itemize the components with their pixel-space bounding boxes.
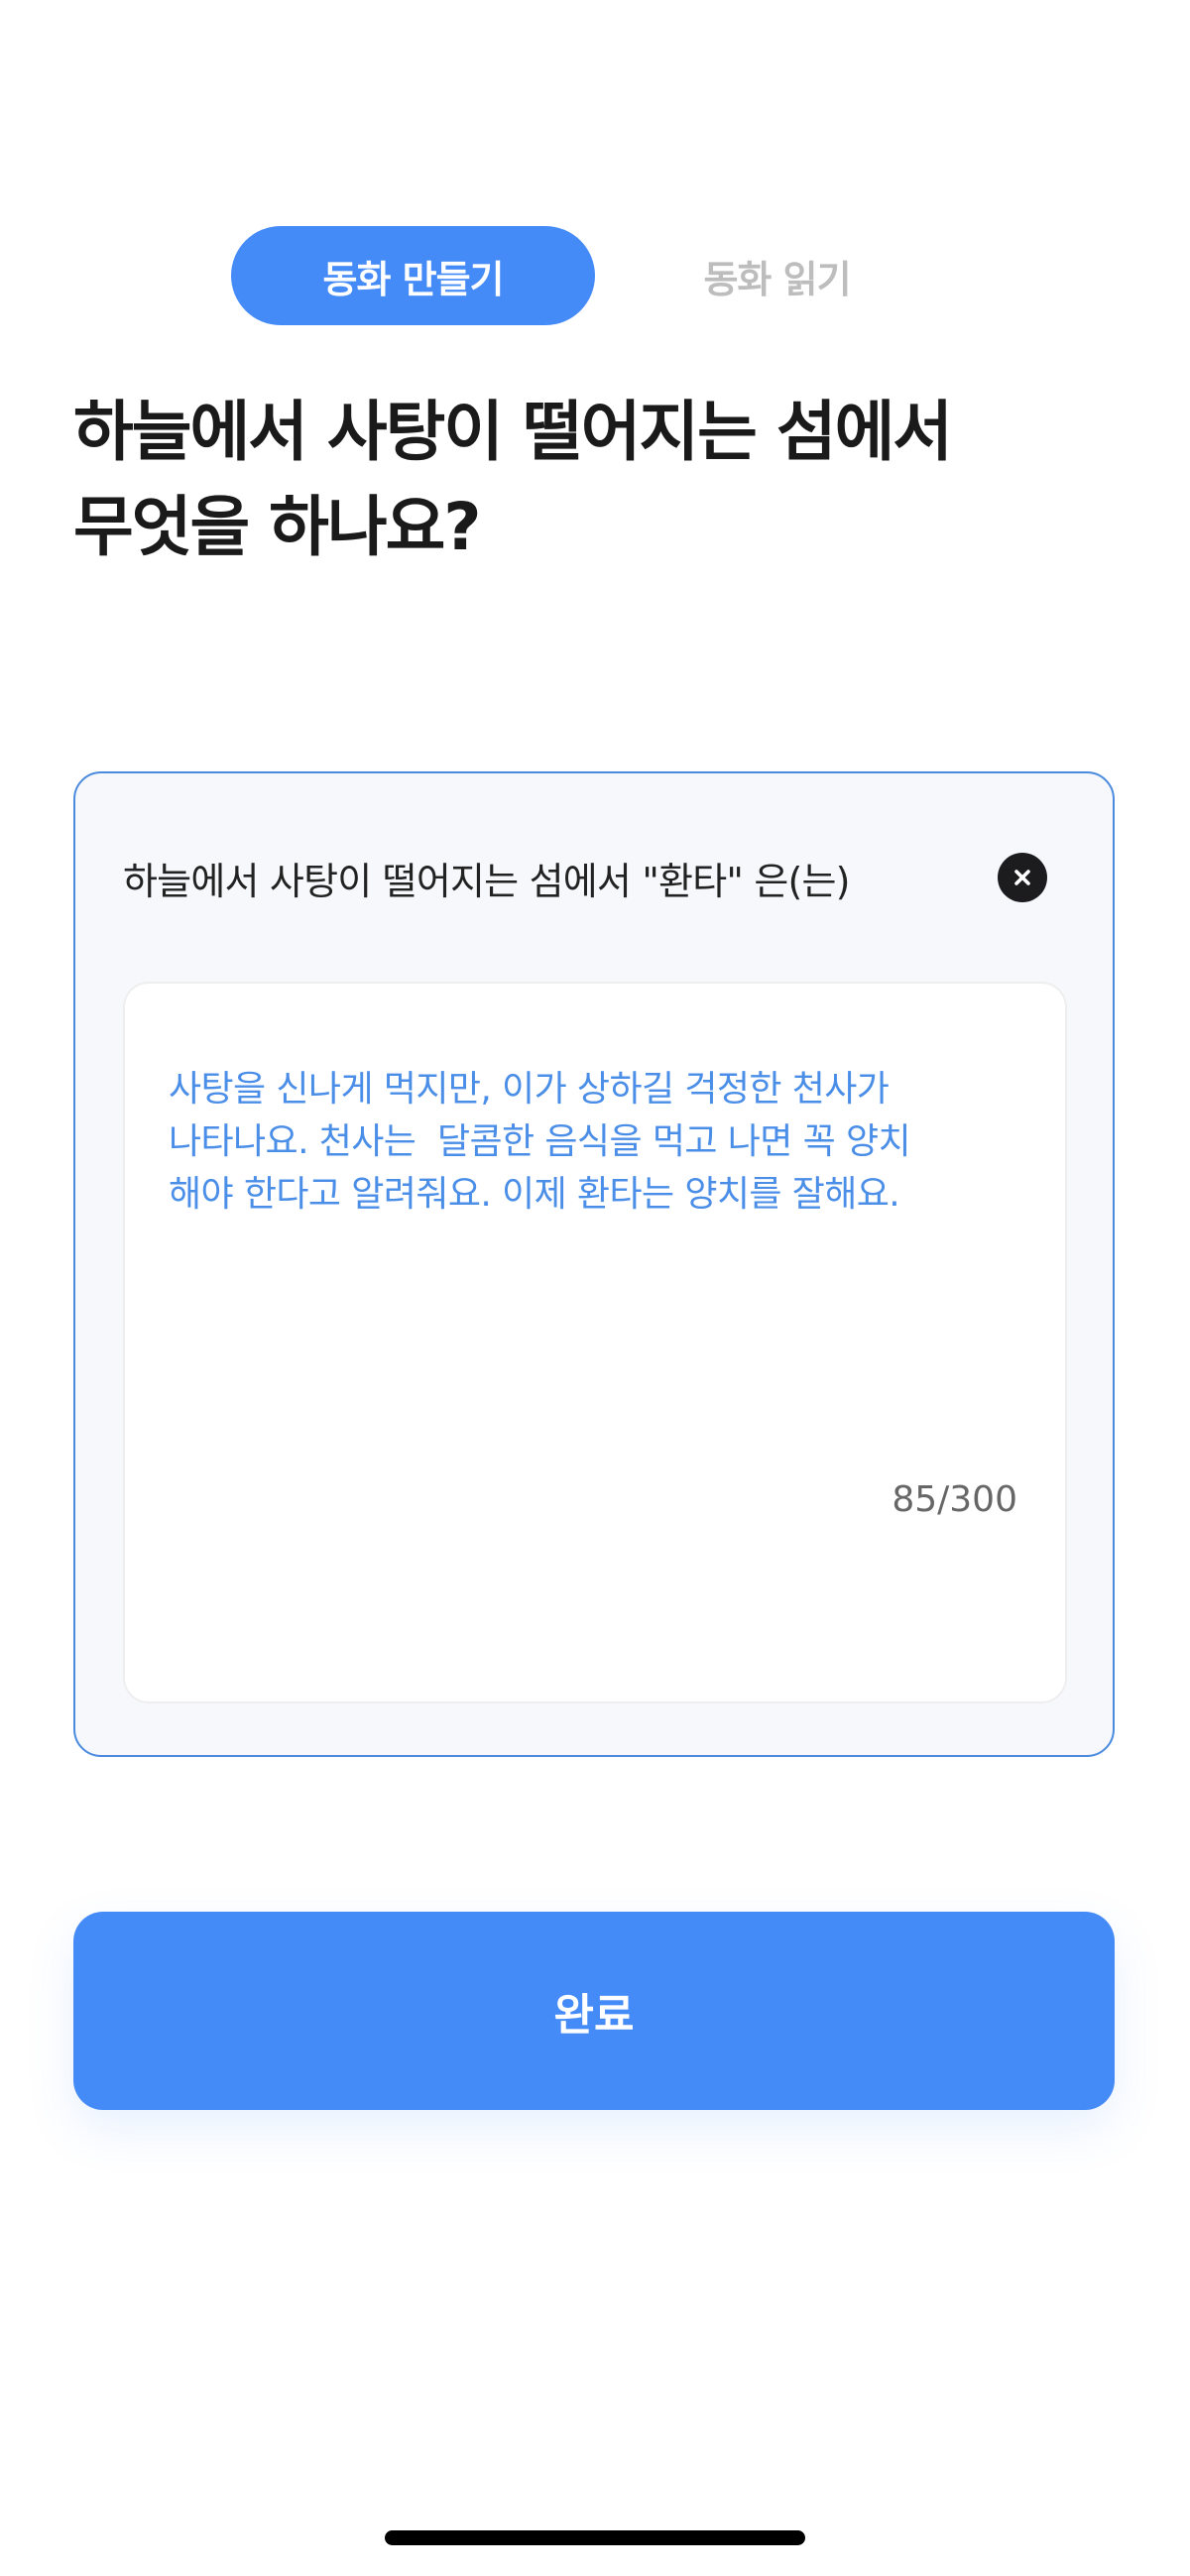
tab-read-story-label: 동화 읽기 bbox=[703, 257, 851, 301]
question-title: 하늘에서 사탕이 떨어지는 섬에서무엇을 하나요? bbox=[73, 385, 1125, 575]
answer-prompt: 하늘에서 사탕이 떨어지는 섬에서 "환타" 은(는) bbox=[123, 860, 850, 903]
answer-textarea[interactable]: 사탕을 신나게 먹지만, 이가 상하길 걱정한 천사가 나타나요. 천사는 달콤… bbox=[123, 982, 1067, 1703]
answer-text: 사탕을 신나게 먹지만, 이가 상하길 걱정한 천사가 나타나요. 천사는 달콤… bbox=[169, 1069, 911, 1215]
home-indicator bbox=[385, 2530, 805, 2545]
character-counter: 85/300 bbox=[892, 1479, 1017, 1520]
close-icon bbox=[1014, 870, 1030, 885]
tab-create-story-label: 동화 만들기 bbox=[322, 257, 504, 301]
story-mode-tabs: 동화 만들기 동화 읽기 bbox=[0, 226, 1190, 325]
answer-card: 하늘에서 사탕이 떨어지는 섬에서 "환타" 은(는) 사탕을 신나게 먹지만,… bbox=[73, 771, 1115, 1757]
clear-answer-button[interactable] bbox=[998, 853, 1047, 902]
done-button[interactable]: 완료 bbox=[73, 1912, 1115, 2110]
tab-create-story[interactable]: 동화 만들기 bbox=[231, 226, 595, 325]
tab-read-story[interactable]: 동화 읽기 bbox=[595, 226, 959, 325]
question-line-1: 하늘에서 사탕이 떨어지는 섬에서 bbox=[73, 394, 953, 470]
done-button-label: 완료 bbox=[553, 1990, 635, 2041]
question-line-2: 무엇을 하나요? bbox=[73, 489, 482, 565]
